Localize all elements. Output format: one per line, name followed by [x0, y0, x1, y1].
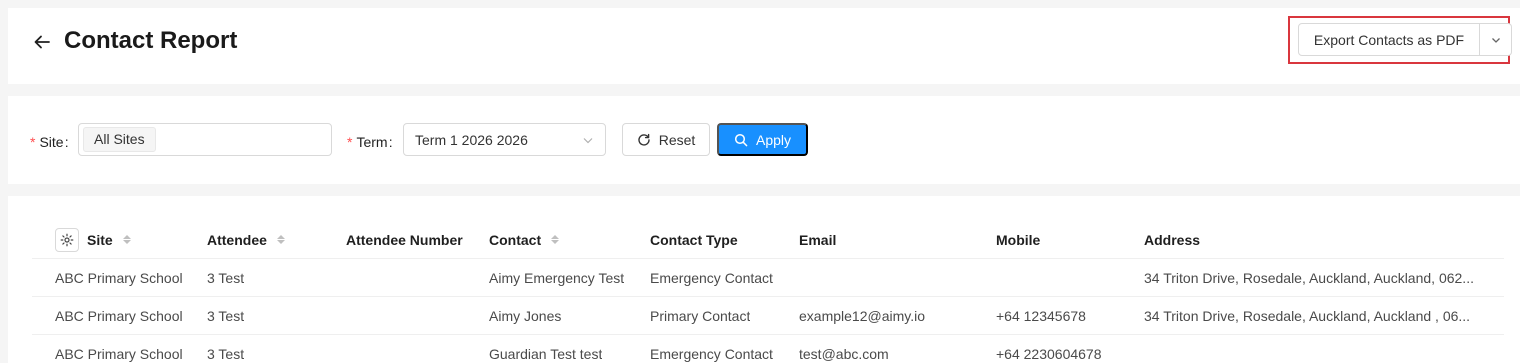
cell-address: 34 Triton Drive, Rosedale, Auckland, Auc… [1144, 308, 1471, 324]
cell-mobile: +64 12345678 [996, 308, 1086, 324]
sort-icon[interactable] [276, 235, 285, 244]
filter-bar: * Site : All Sites * Term : Term 1 2026 … [8, 96, 1520, 184]
cell-contact-type: Emergency Contact [650, 270, 773, 286]
apply-label: Apply [755, 131, 792, 148]
table-row[interactable]: ABC Primary School 3 Test Aimy Jones Pri… [32, 297, 1504, 335]
cell-contact: Aimy Emergency Test [489, 270, 625, 286]
column-header-contact-type: Contact Type [650, 231, 738, 248]
column-header-mobile: Mobile [996, 231, 1041, 248]
column-header-attendee-number: Attendee Number [346, 231, 463, 248]
settings-icon[interactable] [55, 227, 79, 252]
term-filter-label: * Term : [347, 134, 393, 150]
cell-email: example12@aimy.io [799, 308, 926, 324]
chevron-down-icon [1491, 37, 1500, 43]
export-dropdown-button[interactable] [1480, 23, 1512, 56]
column-header-email: Email [799, 231, 837, 248]
cell-contact: Guardian Test test [489, 346, 603, 362]
export-contacts-pdf-button[interactable]: Export Contacts as PDF [1298, 23, 1480, 56]
site-select[interactable]: All Sites [78, 123, 332, 156]
site-filter-label: * Site : [30, 134, 69, 150]
cell-address [1144, 335, 1494, 363]
chevron-down-icon [583, 137, 593, 143]
required-marker: * [30, 134, 36, 150]
site-tag: All Sites [83, 127, 156, 152]
table-header: Site Attendee Attendee Number Contact Co… [32, 220, 1504, 259]
cell-contact-type: Emergency Contact [650, 346, 773, 362]
reset-label: Reset [658, 131, 696, 148]
reset-button[interactable]: Reset [622, 123, 710, 156]
column-header-address: Address [1144, 231, 1201, 248]
page-header: Contact Report Export Contacts as PDF [8, 8, 1520, 84]
search-icon [734, 133, 748, 146]
cell-site: ABC Primary School [55, 346, 183, 362]
term-select[interactable]: Term 1 2026 2026 [403, 123, 606, 156]
back-arrow-icon[interactable] [30, 30, 54, 54]
cell-mobile: +64 2230604678 [996, 346, 1102, 362]
column-header-contact[interactable]: Contact [489, 220, 560, 259]
cell-site: ABC Primary School [55, 308, 183, 324]
apply-button[interactable]: Apply [717, 123, 808, 156]
cell-contact: Aimy Jones [489, 308, 562, 324]
cell-site: ABC Primary School [55, 270, 183, 286]
reload-icon [638, 133, 650, 146]
required-marker: * [347, 134, 353, 150]
cell-email: test@abc.com [799, 346, 889, 362]
table-row[interactable]: ABC Primary School 3 Test Aimy Emergency… [32, 259, 1504, 297]
table-row[interactable]: ABC Primary School 3 Test Guardian Test … [32, 335, 1504, 363]
term-select-value: Term 1 2026 2026 [415, 131, 528, 148]
sort-icon[interactable] [122, 235, 131, 244]
sort-icon[interactable] [551, 235, 560, 244]
cell-contact-type: Primary Contact [650, 308, 751, 324]
cell-attendee: 3 Test [207, 346, 245, 362]
contacts-table: Site Attendee Attendee Number Contact Co… [8, 196, 1520, 363]
page-title: Contact Report [64, 27, 238, 54]
column-header-site[interactable]: Site [55, 220, 131, 259]
cell-address: 34 Triton Drive, Rosedale, Auckland, Auc… [1144, 270, 1474, 286]
cell-attendee: 3 Test [207, 308, 245, 324]
export-button-group: Export Contacts as PDF [1298, 23, 1512, 56]
column-header-attendee[interactable]: Attendee [207, 220, 285, 259]
cell-attendee: 3 Test [207, 270, 245, 286]
